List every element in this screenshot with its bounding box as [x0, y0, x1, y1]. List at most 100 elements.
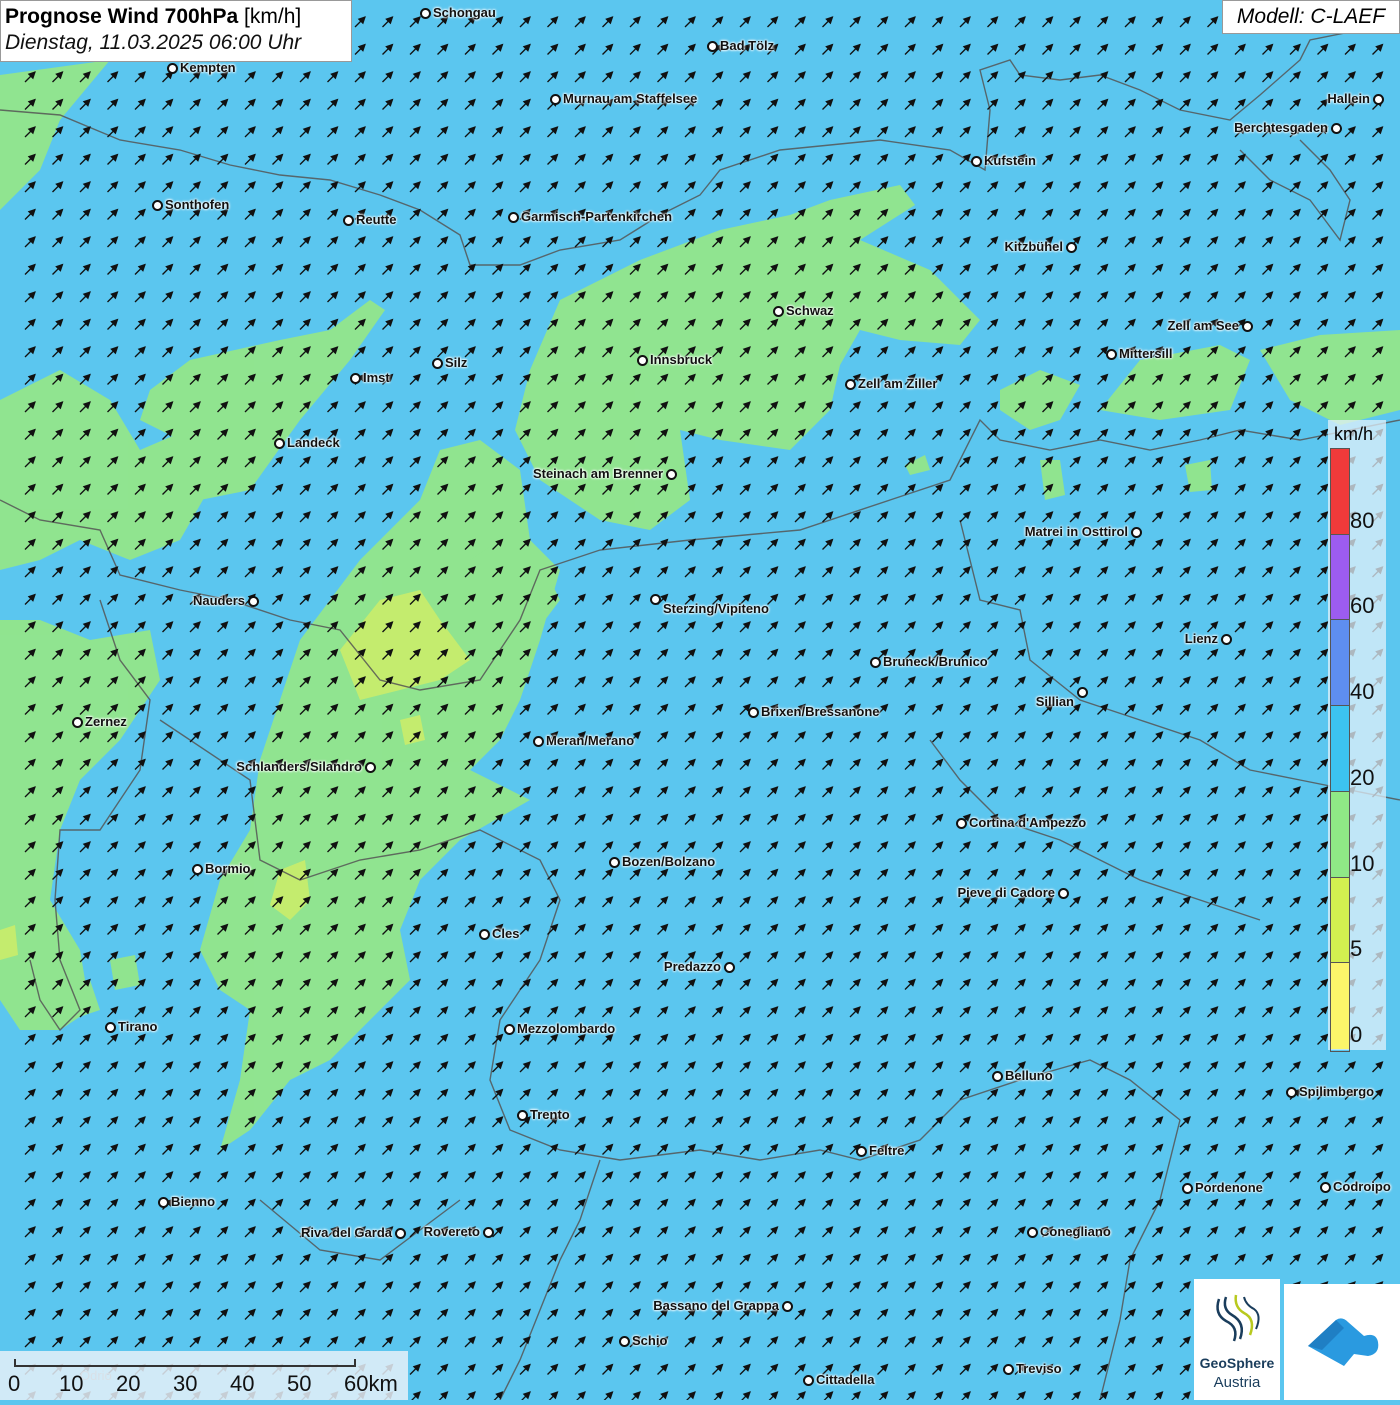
city-marker	[773, 306, 784, 317]
city-marker	[432, 358, 443, 369]
city-label: Belluno	[1005, 1068, 1053, 1083]
geosphere-logo[interactable]: GeoSphere Austria	[1194, 1279, 1280, 1400]
city-label: Codroipo	[1333, 1179, 1391, 1194]
title-unit: [km/h]	[244, 5, 302, 28]
scale-label: 0	[8, 1371, 21, 1396]
city-label: Schwaz	[786, 303, 834, 318]
legend-tick: 10	[1350, 850, 1375, 876]
city-marker	[707, 41, 718, 52]
city-marker	[1331, 123, 1342, 134]
scale-label: 50	[287, 1371, 312, 1396]
legend-tick: 40	[1350, 679, 1375, 705]
legend-tick: 0	[1350, 1022, 1363, 1047]
legend-color-segment	[1331, 620, 1349, 707]
city-label: Mittersill	[1119, 346, 1173, 361]
city-marker	[350, 373, 361, 384]
city-label: Spilimbergo	[1299, 1084, 1375, 1099]
legend-tick: 80	[1350, 507, 1375, 533]
geosphere-sub: Austria	[1213, 1374, 1261, 1391]
city-marker	[504, 1024, 515, 1035]
city-label: Schongau	[433, 5, 496, 20]
city-marker	[343, 215, 354, 226]
city-label: Cortina d'Ampezzo	[969, 815, 1087, 830]
city-label: Tirano	[118, 1019, 158, 1034]
city-marker	[1221, 634, 1232, 645]
city-marker	[956, 818, 967, 829]
city-marker	[609, 857, 620, 868]
city-label: Zell am Ziller	[858, 376, 938, 391]
city-marker	[167, 63, 178, 74]
legend-tick: 5	[1350, 936, 1363, 962]
city-label: Imst	[363, 370, 390, 385]
city-label: Innsbruck	[650, 352, 713, 367]
legend-color-segment	[1331, 877, 1349, 964]
city-label: Predazzo	[663, 959, 721, 974]
city-label: Bad Tölz	[720, 38, 775, 53]
city-marker	[1373, 94, 1384, 105]
city-marker	[1027, 1227, 1038, 1238]
city-label: Sonthofen	[165, 197, 230, 212]
city-marker	[782, 1301, 793, 1312]
city-marker	[1106, 349, 1117, 360]
city-marker	[508, 212, 519, 223]
city-marker	[248, 596, 259, 607]
city-label: Zell am See	[1167, 318, 1239, 333]
legend-color-segment	[1331, 534, 1349, 621]
city-label: Kufstein	[984, 153, 1036, 168]
city-marker	[637, 355, 648, 366]
city-label: Pordenone	[1195, 1180, 1263, 1195]
city-label: Bruneck/Brunico	[883, 654, 988, 669]
city-marker	[1066, 242, 1077, 253]
city-label: Pieve di Cadore	[957, 885, 1055, 900]
city-marker	[1077, 687, 1088, 698]
city-marker	[870, 657, 881, 668]
map-title: Prognose Wind 700hPa [km/h]	[5, 5, 302, 28]
city-label: Steinach am Brenner	[532, 466, 663, 481]
city-label: Rovereto	[423, 1224, 480, 1239]
app-logo[interactable]	[1284, 1284, 1400, 1400]
city-label: Sterzing/Vipiteno	[663, 601, 769, 616]
city-label: Zernez	[85, 714, 127, 729]
model-label: Modell: C-LAEF	[1222, 0, 1400, 34]
legend-tick: 20	[1350, 764, 1375, 790]
city-marker	[971, 156, 982, 167]
city-label: Schio	[632, 1333, 668, 1348]
forecast-datetime: Dienstag, 11.03.2025 06:00 Uhr	[5, 31, 302, 54]
city-label: Trento	[530, 1107, 570, 1122]
city-label: Reutte	[356, 212, 397, 227]
city-marker	[274, 438, 285, 449]
city-label: Treviso	[1016, 1361, 1062, 1376]
city-marker	[420, 8, 431, 19]
city-marker	[1320, 1182, 1331, 1193]
scale-label: 30	[173, 1371, 198, 1396]
city-marker	[992, 1071, 1003, 1082]
city-label: Sillian	[1035, 694, 1074, 709]
geosphere-icon	[1216, 1294, 1260, 1342]
city-label: Bassano del Grappa	[653, 1298, 779, 1313]
legend-color-segment	[1331, 791, 1349, 878]
scale-line	[14, 1359, 356, 1367]
city-label: Matrei in Osttirol	[1024, 524, 1128, 539]
city-label: Schlanders/Silandro	[236, 759, 362, 774]
scale-label: 10	[59, 1371, 84, 1396]
city-label: Lienz	[1184, 631, 1218, 646]
city-marker	[550, 94, 561, 105]
city-marker	[517, 1110, 528, 1121]
city-label: Cittadella	[816, 1372, 875, 1387]
scale-label: 40	[230, 1371, 255, 1396]
city-marker	[395, 1228, 406, 1239]
city-label: Riva del Garda	[300, 1225, 392, 1240]
scale-bar: 0 10 20 30 40 50 60km	[0, 1351, 408, 1400]
city-marker	[1131, 527, 1142, 538]
city-label: Berchtesgaden	[1234, 120, 1328, 135]
city-marker	[1003, 1364, 1014, 1375]
city-marker	[1058, 888, 1069, 899]
legend-tick: 60	[1350, 593, 1375, 619]
city-marker	[479, 929, 490, 940]
city-label: Bienno	[171, 1194, 216, 1209]
legend-color-segment	[1331, 963, 1349, 1049]
title-box: Prognose Wind 700hPa [km/h] Dienstag, 11…	[0, 0, 352, 62]
city-label: Kempten	[180, 60, 236, 75]
city-marker	[192, 864, 203, 875]
city-label: Bozen/Bolzano	[622, 854, 716, 869]
